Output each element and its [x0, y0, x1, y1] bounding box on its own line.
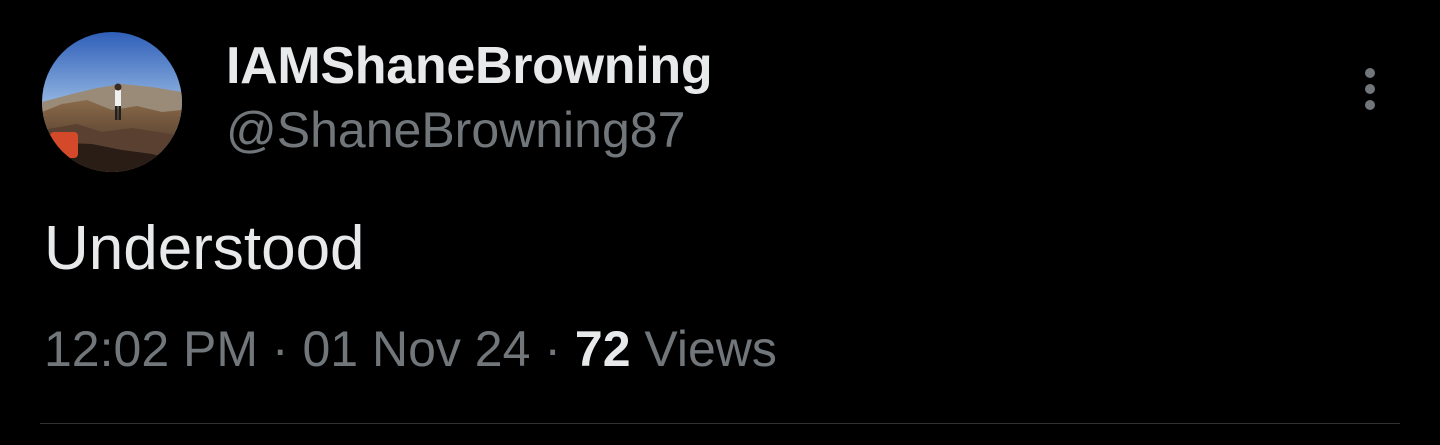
tweet-text: Understood	[44, 214, 365, 283]
more-vertical-icon	[1365, 84, 1375, 94]
more-vertical-icon	[1365, 68, 1375, 78]
views[interactable]: 72 Views	[575, 321, 777, 377]
divider	[40, 423, 1400, 424]
tweet-metadata: 12:02 PM · 01 Nov 24 · 72 Views	[44, 318, 777, 380]
meta-separator: ·	[544, 321, 561, 377]
meta-separator: ·	[271, 321, 289, 377]
tweet-time[interactable]: 12:02 PM	[44, 321, 258, 377]
avatar-image	[42, 32, 182, 172]
more-vertical-icon	[1365, 100, 1375, 110]
author-display-name[interactable]: IAMShaneBrowning	[226, 36, 713, 96]
tweet-date[interactable]: 01 Nov 24	[302, 321, 530, 377]
avatar[interactable]	[42, 32, 182, 172]
more-options-button[interactable]	[1348, 62, 1392, 116]
author-handle[interactable]: @ShaneBrowning87	[226, 100, 685, 160]
views-count: 72	[574, 321, 631, 377]
tweet-detail: IAMShaneBrowning @ShaneBrowning87 Unders…	[0, 0, 1440, 445]
views-label: Views	[644, 321, 777, 377]
